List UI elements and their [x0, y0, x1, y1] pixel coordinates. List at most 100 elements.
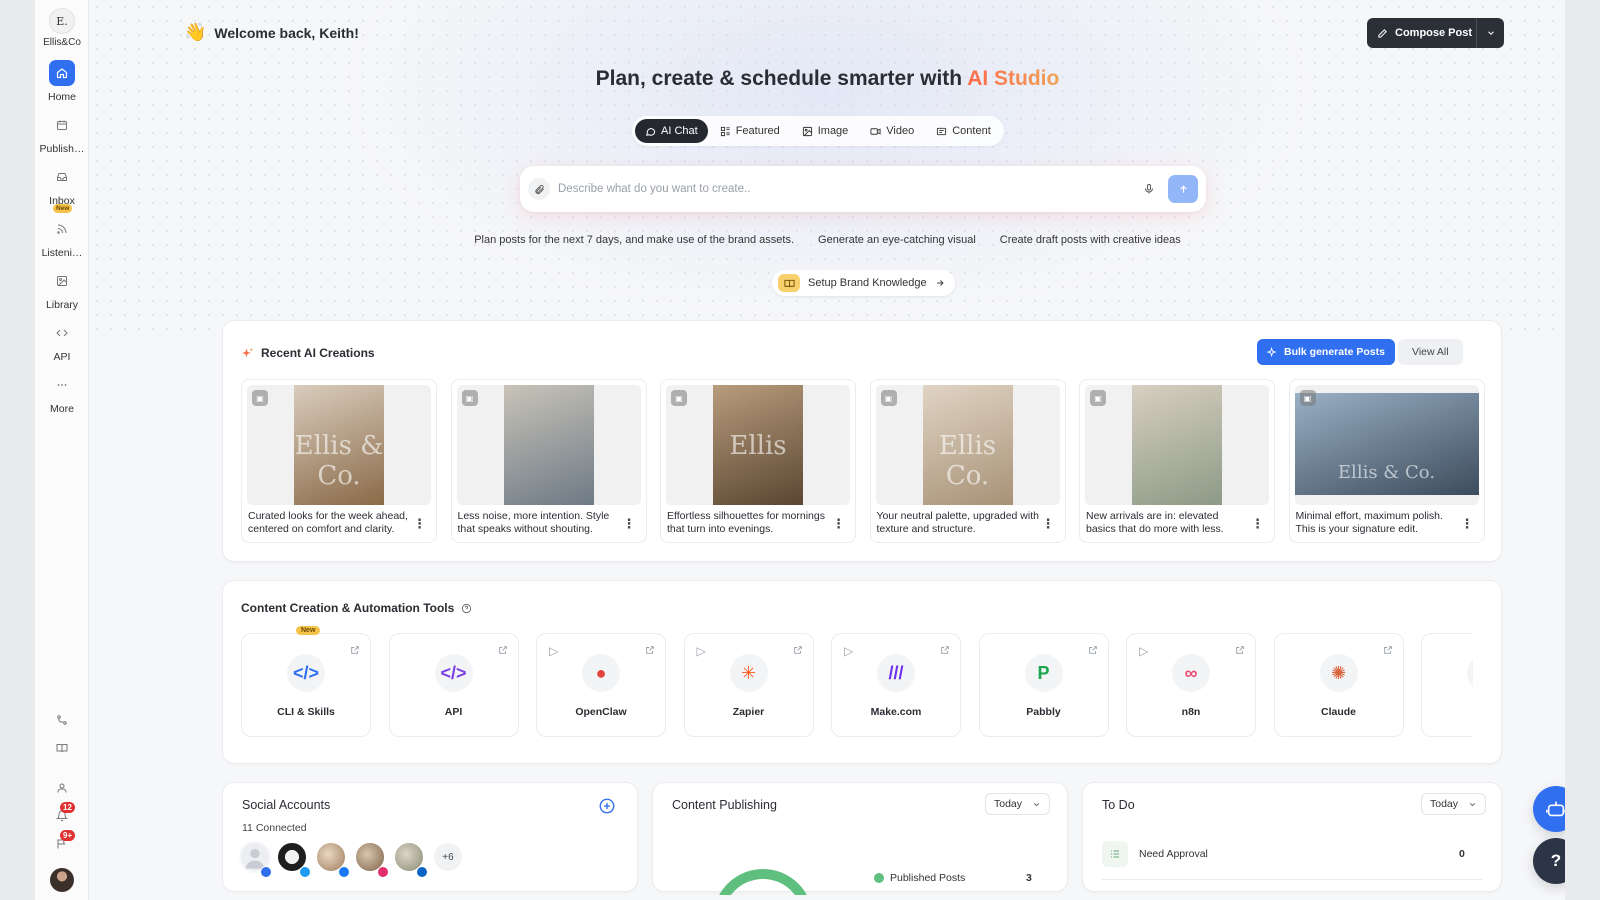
creation-thumbnail[interactable] [456, 385, 641, 505]
creation-thumbnail[interactable]: Ellis & Co. [1294, 385, 1479, 505]
tool-card[interactable]: </> API [388, 633, 519, 737]
compose-post-button[interactable]: Compose Post [1367, 18, 1504, 48]
add-account-icon[interactable] [598, 797, 616, 818]
more-options-icon[interactable]: ⋮ [1042, 516, 1055, 532]
sidebar-item-inbox[interactable]: Inbox [35, 164, 89, 207]
play-icon[interactable]: ▷ [1139, 644, 1148, 658]
sidebar-item-listening[interactable]: New Listeni… [35, 204, 89, 259]
app-window: E. Ellis&Co Home Publish… Inbox New List… [35, 0, 1565, 900]
help-button[interactable]: ? [1533, 838, 1565, 884]
prompt-input[interactable] [558, 183, 1136, 195]
external-link-icon[interactable] [1235, 644, 1245, 658]
external-link-icon[interactable] [350, 644, 360, 658]
flow-icon[interactable] [35, 714, 89, 726]
prompt-suggestions: Plan posts for the next 7 days, and make… [90, 231, 1565, 249]
book-icon[interactable] [35, 742, 89, 754]
send-button[interactable] [1168, 175, 1198, 203]
creation-card[interactable]: Ellis Co. ▣ Your neutral palette, upgraded… [869, 379, 1066, 543]
more-options-icon[interactable]: ⋮ [413, 516, 426, 532]
brand-name: Ellis&Co [43, 37, 81, 48]
creation-card[interactable]: ▣ New arrivals are in: elevated basics th… [1079, 379, 1275, 543]
tool-card[interactable]: ▷ ✳ Zapier [683, 633, 814, 737]
sidebar-item-publishing[interactable]: Publish… [35, 112, 89, 155]
sidebar-item-label: Publish… [39, 143, 85, 155]
attach-icon[interactable] [528, 178, 550, 200]
creation-thumbnail[interactable]: Ellis & Co. [247, 385, 431, 505]
play-icon[interactable]: ▷ [844, 644, 853, 658]
flag-icon[interactable]: 9+ [35, 830, 89, 850]
tool-card[interactable]: ▷ ● OpenClaw [536, 633, 666, 737]
external-link-icon[interactable] [940, 644, 950, 658]
todo-range-select[interactable]: Today [1421, 793, 1487, 815]
microphone-icon[interactable] [1136, 183, 1162, 195]
setup-brand-knowledge-button[interactable]: Setup Brand Knowledge [772, 270, 955, 296]
creation-thumbnail[interactable] [1085, 385, 1269, 505]
tab-featured[interactable]: Featured [710, 119, 790, 143]
external-link-icon[interactable] [645, 644, 655, 658]
more-accounts-count[interactable]: +6 [432, 841, 464, 873]
more-options-icon[interactable]: ⋮ [623, 516, 636, 532]
creation-photo: Ellis [713, 385, 803, 505]
tool-card[interactable]: New </> CLI & Skills [241, 626, 371, 737]
external-link-icon[interactable] [498, 644, 508, 658]
more-options-icon[interactable]: ⋮ [832, 516, 845, 532]
todo-item-label[interactable]: Need Approval [1139, 848, 1208, 860]
avatar[interactable] [50, 868, 74, 892]
tool-name: Make.com [870, 706, 922, 718]
publishing-range-select[interactable]: Today [985, 793, 1051, 815]
bulk-generate-button[interactable]: Bulk generate Posts [1257, 339, 1395, 365]
notifications-badge: 12 [60, 802, 75, 813]
sidebar-item-api[interactable]: API [35, 320, 89, 363]
more-options-icon[interactable]: ⋮ [1251, 516, 1264, 532]
creation-thumbnail[interactable]: Ellis [666, 385, 850, 505]
connected-count: 11 Connected [242, 822, 307, 834]
creation-card[interactable]: ▣ Less noise, more intention. Style that … [450, 379, 647, 543]
sidebar-item-more[interactable]: More [35, 372, 89, 415]
creation-card[interactable]: Ellis ▣ Effortless silhouettes for morning… [660, 379, 856, 543]
sidebar-item-library[interactable]: Library [35, 268, 89, 311]
sidebar-item-home[interactable]: Home [35, 60, 89, 103]
compose-dropdown-button[interactable] [1476, 18, 1504, 48]
user-icon[interactable] [35, 782, 89, 794]
tab-image[interactable]: Image [792, 119, 859, 143]
tab-content[interactable]: Content [926, 119, 1001, 143]
creation-caption: Your neutral palette, upgraded with text… [876, 510, 1039, 535]
suggestion-chip[interactable]: Plan posts for the next 7 days, and make… [466, 231, 802, 249]
tool-card[interactable]: ▷ /// Make.com [831, 633, 961, 737]
tool-card[interactable]: ✺ Claude [1273, 633, 1404, 737]
tool-card[interactable]: P Pabbly [978, 633, 1109, 737]
tool-name: Zapier [732, 706, 765, 718]
tab-ai-chat[interactable]: AI Chat [635, 119, 708, 143]
welcome-message: 👋 Welcome back, Keith! [184, 22, 359, 43]
view-all-button[interactable]: View All [1398, 339, 1463, 365]
tab-label: Video [886, 125, 915, 137]
play-icon[interactable]: ▷ [697, 644, 706, 658]
tab-label: Content [952, 125, 991, 137]
bluesky-badge-icon [260, 866, 272, 878]
creation-card[interactable]: Ellis & Co. ▣ Curated looks for the week a… [241, 379, 437, 543]
tab-video[interactable]: Video [860, 119, 924, 143]
divider [1102, 879, 1482, 880]
bell-icon[interactable]: 12 [35, 802, 89, 822]
suggestion-chip[interactable]: Generate an eye-catching visual [810, 231, 984, 249]
external-link-icon[interactable] [1383, 644, 1393, 658]
more-options-icon[interactable]: ⋮ [1461, 516, 1474, 532]
suggestion-chip[interactable]: Create draft posts with creative ideas [992, 231, 1189, 249]
creation-photo: Ellis & Co. [294, 385, 384, 505]
external-link-icon[interactable] [793, 644, 803, 658]
tool-card[interactable]: ≡M [1421, 633, 1473, 737]
image-type-icon: ▣ [1299, 390, 1316, 406]
play-icon[interactable]: ▷ [549, 644, 558, 658]
image-type-icon: ▣ [1090, 390, 1106, 406]
ai-assistant-button[interactable] [1533, 786, 1565, 832]
tool-logo-icon: ≡ [1467, 654, 1473, 692]
tool-name: Claude [1320, 706, 1356, 718]
welcome-text: Welcome back, Keith! [214, 24, 359, 41]
tool-card[interactable]: ▷ ∞ n8n [1126, 633, 1256, 737]
creation-card[interactable]: Ellis & Co. ▣ Minimal effort, maximum poli… [1288, 379, 1485, 543]
brand[interactable]: E. Ellis&Co [35, 8, 89, 48]
creation-thumbnail[interactable]: Ellis Co. [875, 385, 1060, 505]
card-title-text: Recent AI Creations [261, 346, 375, 360]
image-icon [49, 268, 75, 294]
external-link-icon[interactable] [1088, 644, 1098, 658]
